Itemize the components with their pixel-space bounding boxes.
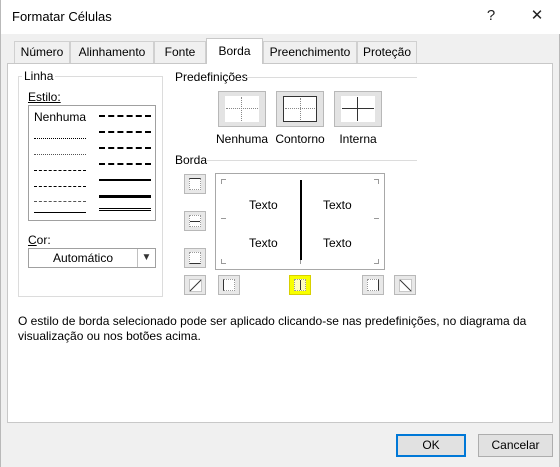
border-title: Borda — [173, 153, 210, 167]
line-style-dashed[interactable] — [34, 201, 86, 202]
tab-numero[interactable]: Número — [14, 41, 70, 63]
top-border-icon — [189, 178, 201, 190]
line-style-dash-dot-dot[interactable] — [34, 170, 86, 171]
help-button[interactable]: ? — [477, 4, 505, 28]
color-select[interactable]: Automático ▼ — [28, 248, 156, 268]
preset-inside-icon — [341, 96, 375, 122]
tab-protecao[interactable]: Proteção — [357, 41, 417, 63]
bottom-border-icon — [189, 252, 201, 264]
line-style-medium-dashed[interactable] — [99, 163, 151, 165]
left-border-icon — [223, 279, 235, 291]
inside-vertical-border-button[interactable] — [289, 275, 311, 295]
right-border-button[interactable] — [362, 275, 384, 295]
color-label: Cor: — [28, 233, 51, 247]
title-bar: Formatar Células ? ✕ — [1, 0, 560, 34]
tab-alinhamento[interactable]: Alinhamento — [70, 41, 154, 63]
presets-separator — [245, 77, 417, 78]
close-button[interactable]: ✕ — [523, 4, 551, 28]
preset-outline-button[interactable] — [276, 91, 324, 127]
preview-inside-vertical-line — [300, 180, 302, 260]
preset-none-icon — [225, 96, 259, 122]
line-style-thin[interactable] — [34, 212, 86, 213]
top-border-button[interactable] — [184, 174, 206, 194]
style-none-option[interactable]: Nenhuma — [34, 110, 86, 124]
color-select-value: Automático — [52, 251, 114, 265]
line-style-medium-dash-dot[interactable] — [99, 147, 151, 149]
style-label: Estilo: — [28, 90, 61, 104]
line-style-list[interactable]: Nenhuma — [28, 105, 156, 221]
bottom-border-button[interactable] — [184, 248, 206, 268]
tab-preenchimento[interactable]: Preenchimento — [263, 41, 357, 63]
right-border-icon — [367, 279, 379, 291]
diagonal-up-icon — [189, 279, 202, 292]
line-group-title: Linha — [22, 69, 56, 83]
left-border-button[interactable] — [218, 275, 240, 295]
tab-borda[interactable]: Borda — [206, 38, 263, 64]
preview-text-top-right: Texto — [323, 198, 352, 212]
inside-horizontal-border-icon — [189, 215, 201, 227]
inside-horizontal-border-button[interactable] — [184, 211, 206, 231]
chevron-down-icon[interactable]: ▼ — [137, 249, 155, 267]
diagonal-down-border-button[interactable] — [394, 275, 416, 295]
diagonal-up-border-button[interactable] — [184, 275, 206, 295]
presets-title: Predefinições — [173, 70, 250, 84]
preset-none-button[interactable] — [218, 91, 266, 127]
ok-button[interactable]: OK — [396, 434, 466, 457]
format-cells-dialog: Formatar Células ? ✕ Número Alinhamento … — [0, 0, 560, 467]
tab-fonte[interactable]: Fonte — [154, 41, 206, 63]
line-style-medium[interactable] — [99, 179, 151, 181]
preview-text-top-left: Texto — [249, 198, 278, 212]
cancel-button[interactable]: Cancelar — [478, 434, 553, 457]
line-style-double[interactable] — [99, 208, 151, 211]
diagonal-down-icon — [399, 279, 412, 292]
preset-inside-button[interactable] — [334, 91, 382, 127]
border-separator — [207, 160, 417, 161]
inside-vertical-border-icon — [294, 279, 306, 291]
line-style-medium-dash-dot-dot[interactable] — [99, 115, 151, 117]
preset-outline-icon — [283, 96, 317, 122]
line-style-thick[interactable] — [99, 195, 151, 198]
dialog-title: Formatar Células — [12, 9, 112, 24]
preset-inside-label: Interna — [339, 132, 377, 146]
border-preview[interactable]: Texto Texto Texto Texto — [215, 173, 385, 270]
line-style-hairline-dot[interactable] — [34, 138, 86, 139]
line-style-dotted[interactable] — [34, 154, 86, 155]
preview-text-bottom-left: Texto — [249, 236, 278, 250]
preview-text-bottom-right: Texto — [323, 236, 352, 250]
line-style-slanted-dash-dot[interactable] — [99, 131, 151, 133]
line-style-dash-dot[interactable] — [34, 186, 86, 187]
help-note: O estilo de borda selecionado pode ser a… — [18, 314, 527, 343]
